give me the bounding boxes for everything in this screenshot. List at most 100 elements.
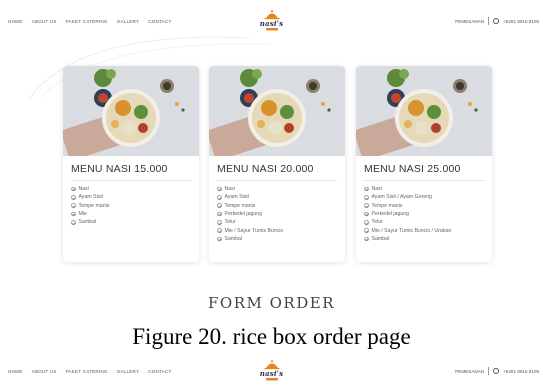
item-label: Tempe manis <box>371 202 403 209</box>
list-item: Mie / Sayur Tumis Buncis <box>217 226 345 234</box>
item-label: Sambal <box>78 219 97 226</box>
nav-pemesanan[interactable]: PEMESANAN <box>455 19 484 24</box>
list-item: Tempe manis <box>217 202 345 210</box>
nav-about-us[interactable]: ABOUT US <box>32 369 57 374</box>
check-circle-icon <box>71 186 76 192</box>
food-photo <box>63 66 199 156</box>
form-order-heading: FORM ORDER <box>208 294 335 312</box>
logo-text: nasi's <box>259 19 284 28</box>
list-item: Mie / Sayur Tumis Buncis / Uraban <box>364 226 492 234</box>
nav-divider <box>488 17 490 25</box>
nav-contact[interactable]: CONTACT <box>148 19 171 24</box>
nav-home[interactable]: HOME <box>8 369 23 374</box>
list-item: Telur <box>364 218 492 226</box>
list-item: Tempe manis <box>71 202 199 210</box>
check-circle-icon <box>364 220 369 225</box>
food-photo <box>209 66 345 156</box>
card-title: MENU NASI 20.000 <box>217 163 314 175</box>
bottom-navbar: HOME ABOUT US PAKET CATERING GALLERY CON… <box>0 358 543 384</box>
check-circle-icon <box>364 195 369 200</box>
figure-caption: Figure 20. rice box order page <box>132 324 411 349</box>
menu-card-20000[interactable]: MENU NASI 20.000 Nasi Ayam Sisit Tempe m… <box>209 66 345 262</box>
nav-paket-catering[interactable]: PAKET CATERING <box>66 19 108 24</box>
list-item: Nasi <box>364 185 492 193</box>
item-label: Tempe manis <box>224 202 256 209</box>
item-label: Telur <box>371 219 383 226</box>
check-circle-icon <box>71 211 76 217</box>
list-item: Telur <box>217 218 345 226</box>
nav-pemesanan[interactable]: PEMESANAN <box>455 369 484 374</box>
food-photo <box>356 66 492 156</box>
card-divider <box>217 180 337 181</box>
check-circle-icon <box>217 220 222 225</box>
check-circle-icon <box>364 228 369 233</box>
nav-home[interactable]: HOME <box>8 19 23 24</box>
check-circle-icon <box>71 203 76 208</box>
nav-gallery[interactable]: GALLERY <box>117 19 140 24</box>
check-circle-icon <box>71 220 76 225</box>
whatsapp-icon <box>493 18 500 24</box>
item-label: Sambal <box>224 235 243 242</box>
menu-item-list: Nasi Ayam Sisit / Ayam Goreng Tempe mani… <box>364 185 492 243</box>
nav-right: PEMESANAN +6281 9910 8109 <box>455 367 539 375</box>
menu-item-list: Nasi Ayam Sisit Tempe manis Perkedel jag… <box>217 185 345 243</box>
nav-right: PEMESANAN +6281 9910 8109 <box>455 17 539 25</box>
card-title: MENU NASI 15.000 <box>71 163 168 175</box>
list-item: Tempe manis <box>364 202 492 210</box>
item-label: Ayam Sisit <box>78 194 103 201</box>
nav-menu: HOME ABOUT US PAKET CATERING GALLERY CON… <box>8 19 171 24</box>
nav-paket-catering[interactable]: PAKET CATERING <box>66 369 108 374</box>
list-item: Ayam Sisit <box>217 193 345 201</box>
logo-text: nasi's <box>259 369 284 378</box>
list-item: Sambal <box>364 235 492 243</box>
item-label: Nasi <box>224 186 235 193</box>
nav-about-us[interactable]: ABOUT US <box>32 19 57 24</box>
nav-menu: HOME ABOUT US PAKET CATERING GALLERY CON… <box>8 369 171 374</box>
item-label: Tempe manis <box>78 202 110 209</box>
card-divider <box>71 180 191 181</box>
nav-phone[interactable]: +6281 9910 8109 <box>503 369 539 374</box>
item-label: Sambal <box>371 235 390 242</box>
check-circle-icon <box>217 236 222 242</box>
item-label: Ayam Sisit / Ayam Goreng <box>371 194 432 201</box>
item-label: Perkedel jagung <box>371 211 410 218</box>
check-circle-icon <box>217 228 222 233</box>
item-label: Mie <box>78 211 87 218</box>
menu-item-list: Nasi Ayam Sisit Tempe manis Mie Sambal <box>71 185 199 226</box>
nav-divider <box>488 367 490 375</box>
check-circle-icon <box>364 236 369 242</box>
nav-contact[interactable]: CONTACT <box>148 369 171 374</box>
check-circle-icon <box>217 211 222 217</box>
check-circle-icon <box>364 186 369 192</box>
list-item: Sambal <box>71 218 199 226</box>
check-circle-icon <box>364 211 369 217</box>
check-circle-icon <box>217 203 222 208</box>
item-label: Ayam Sisit <box>224 194 249 201</box>
item-label: Telur <box>224 219 236 226</box>
list-item: Sambal <box>217 235 345 243</box>
item-label: Mie / Sayur Tumis Buncis <box>224 227 284 234</box>
item-label: Nasi <box>371 186 382 193</box>
whatsapp-icon <box>493 368 500 374</box>
card-title: MENU NASI 25.000 <box>364 163 461 175</box>
check-circle-icon <box>71 195 76 200</box>
item-label: Perkedel jagung <box>224 211 263 218</box>
card-divider <box>364 180 484 181</box>
nav-gallery[interactable]: GALLERY <box>117 369 140 374</box>
list-item: Nasi <box>217 185 345 193</box>
item-label: Mie / Sayur Tumis Buncis / Uraban <box>371 227 452 234</box>
list-item: Perkedel jagung <box>364 210 492 218</box>
list-item: Nasi <box>71 185 199 193</box>
nav-phone[interactable]: +6281 9910 8109 <box>503 19 539 24</box>
item-label: Nasi <box>78 186 89 193</box>
list-item: Mie <box>71 210 199 218</box>
site-logo[interactable]: nasi's <box>257 358 287 384</box>
check-circle-icon <box>217 186 222 192</box>
list-item: Ayam Sisit <box>71 193 199 201</box>
check-circle-icon <box>364 203 369 208</box>
list-item: Ayam Sisit / Ayam Goreng <box>364 193 492 201</box>
list-item: Perkedel jagung <box>217 210 345 218</box>
check-circle-icon <box>217 195 222 200</box>
menu-card-25000[interactable]: MENU NASI 25.000 Nasi Ayam Sisit / Ayam … <box>356 66 492 262</box>
menu-card-15000[interactable]: MENU NASI 15.000 Nasi Ayam Sisit Tempe m… <box>63 66 199 262</box>
